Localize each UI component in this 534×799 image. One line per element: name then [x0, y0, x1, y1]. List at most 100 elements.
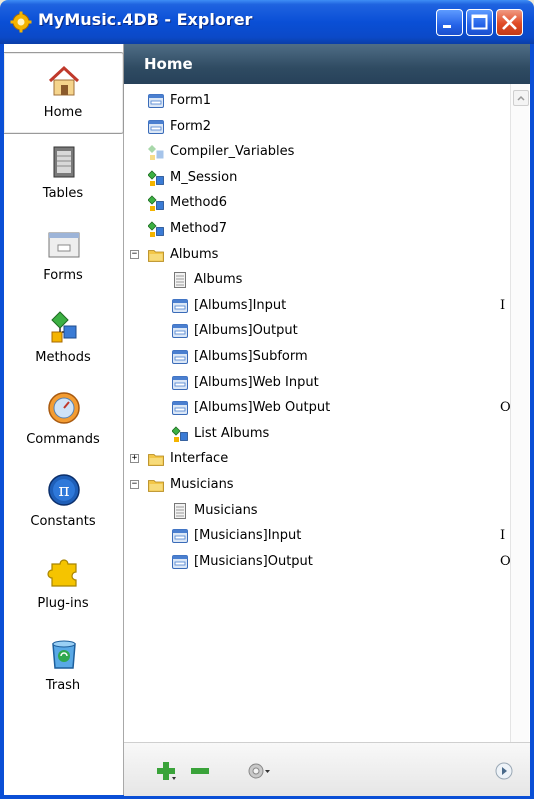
tree-item[interactable]: Musicians [172, 498, 510, 523]
form-icon [172, 400, 188, 416]
bottom-toolbar [124, 742, 530, 796]
tree-item-label: Albums [194, 272, 243, 288]
form-icon [172, 554, 188, 570]
collapse-toggle[interactable]: − [130, 480, 139, 489]
constants-icon: π [48, 474, 80, 506]
home-icon [48, 65, 80, 96]
tree-folder[interactable]: − Albums [130, 242, 510, 267]
gear-icon[interactable] [246, 759, 270, 783]
close-icon [502, 15, 517, 30]
next-icon[interactable] [492, 759, 516, 783]
method-icon [171, 426, 188, 442]
tree-item[interactable]: Compiler_Variables [148, 139, 510, 164]
tree-item[interactable]: [Albums]Subform [172, 344, 510, 369]
sidebar-item-label: Trash [45, 678, 81, 693]
folder-icon [148, 451, 164, 467]
tree-item-label: [Albums]Web Input [194, 374, 319, 390]
method-faded-icon [148, 144, 164, 161]
collapse-toggle[interactable]: − [130, 249, 139, 259]
tree-item-label: [Albums]Subform [194, 349, 308, 364]
tree-item-label: Method6 [170, 195, 228, 211]
tree-item[interactable]: [Albums]Web Output O [172, 395, 511, 420]
forms-icon [48, 232, 80, 258]
remove-icon[interactable] [188, 759, 212, 783]
panel-title: Home [144, 55, 193, 73]
tree-item-label: Form1 [170, 93, 212, 108]
tree-item[interactable]: [Musicians]Output O [172, 549, 511, 574]
table-icon [172, 272, 188, 289]
tree-item[interactable]: [Albums]Web Input [172, 370, 510, 395]
form-icon [172, 375, 188, 391]
maximize-icon [471, 14, 488, 30]
tree-item-label: [Albums]Output [194, 323, 298, 339]
minimize-icon [443, 25, 451, 28]
sidebar: Home Tables Forms Methods Commands π Con… [4, 44, 124, 795]
tree-folder[interactable]: + Interface [130, 446, 510, 471]
trash-icon [52, 640, 76, 669]
tree-item[interactable]: Method6 [147, 190, 510, 215]
expand-toggle[interactable]: + [130, 454, 139, 464]
tree-item[interactable]: Form2 [148, 114, 510, 139]
sidebar-item-home[interactable]: Home [4, 52, 124, 134]
tree-item-label: [Albums]Web Output [194, 400, 331, 416]
chevron-up-icon [517, 95, 525, 101]
folder-icon [148, 247, 164, 263]
window-frame-right [530, 44, 534, 799]
add-icon[interactable] [154, 759, 178, 783]
form-icon [172, 298, 188, 314]
sidebar-item-label: Methods [35, 350, 91, 365]
tree-item-label: Method7 [170, 221, 228, 236]
tree-item[interactable]: M_Session [147, 165, 510, 190]
tree-item[interactable]: List Albums [171, 421, 510, 446]
maximize-button[interactable] [466, 9, 493, 36]
tree-item-label: Musicians [194, 502, 258, 518]
sidebar-item-label: Tables [42, 186, 84, 201]
tree-item[interactable]: [Albums]Input I [172, 293, 510, 318]
sidebar-item-constants[interactable]: π Constants [4, 462, 124, 544]
method-icon [147, 170, 164, 186]
tree-item[interactable]: Albums [172, 267, 510, 292]
tree-item[interactable]: Form1 [148, 88, 510, 113]
panel-header: Home [124, 44, 530, 84]
sidebar-item-trash[interactable]: Trash [4, 626, 124, 708]
sidebar-item-label: Constants [30, 514, 96, 529]
svg-text:π: π [58, 481, 69, 501]
tree-item-label: Interface [170, 451, 229, 467]
minimize-button[interactable] [436, 9, 463, 36]
close-button[interactable] [496, 9, 523, 36]
scroll-up-button[interactable] [513, 90, 529, 106]
title-bar[interactable]: MyMusic.4DB - Explorer [0, 0, 534, 44]
tree-item-label: M_Session [170, 169, 238, 185]
vertical-scrollbar[interactable] [510, 84, 529, 786]
sidebar-item-methods[interactable]: Methods [4, 298, 124, 380]
sidebar-item-forms[interactable]: Forms [4, 216, 124, 298]
form-icon [172, 323, 188, 339]
main-panel: Home Form1 Form2 Compiler_Variables M_Sessi… [124, 44, 530, 796]
form-icon [172, 349, 188, 365]
tree-item-label: [Musicians]Input [194, 528, 302, 544]
form-icon [172, 528, 188, 544]
tables-icon [53, 146, 75, 178]
tree-item-label: Musicians [170, 477, 234, 492]
tree-item-label: [Albums]Input [194, 297, 287, 313]
sidebar-item-plugins[interactable]: Plug-ins [4, 544, 124, 626]
tree-item-trailing-text: I [500, 528, 506, 544]
sidebar-item-label: Home [43, 105, 83, 120]
tree-folder[interactable]: − Musicians [130, 472, 510, 497]
tree-item-label: Form2 [170, 118, 212, 134]
tree-item-label: Albums [170, 246, 219, 262]
method-icon [147, 221, 164, 237]
tree-item-label: Compiler_Variables [170, 144, 295, 160]
sidebar-item-tables[interactable]: Tables [4, 134, 124, 216]
sidebar-item-label: Commands [26, 432, 100, 447]
tree-item[interactable]: [Musicians]Input I [172, 523, 510, 548]
app-gear-icon [10, 11, 32, 33]
commands-icon [48, 392, 80, 424]
explorer-window: MyMusic.4DB - Explorer Home Tables Forms… [0, 0, 534, 799]
tree-item[interactable]: Method7 [147, 216, 510, 241]
sidebar-item-commands[interactable]: Commands [4, 380, 124, 462]
sidebar-item-label: Plug-ins [37, 596, 89, 611]
explorer-tree: Form1 Form2 Compiler_Variables M_Session Met… [124, 84, 511, 786]
tree-item[interactable]: [Albums]Output [172, 318, 510, 343]
tree-item-label: [Musicians]Output [194, 553, 313, 569]
